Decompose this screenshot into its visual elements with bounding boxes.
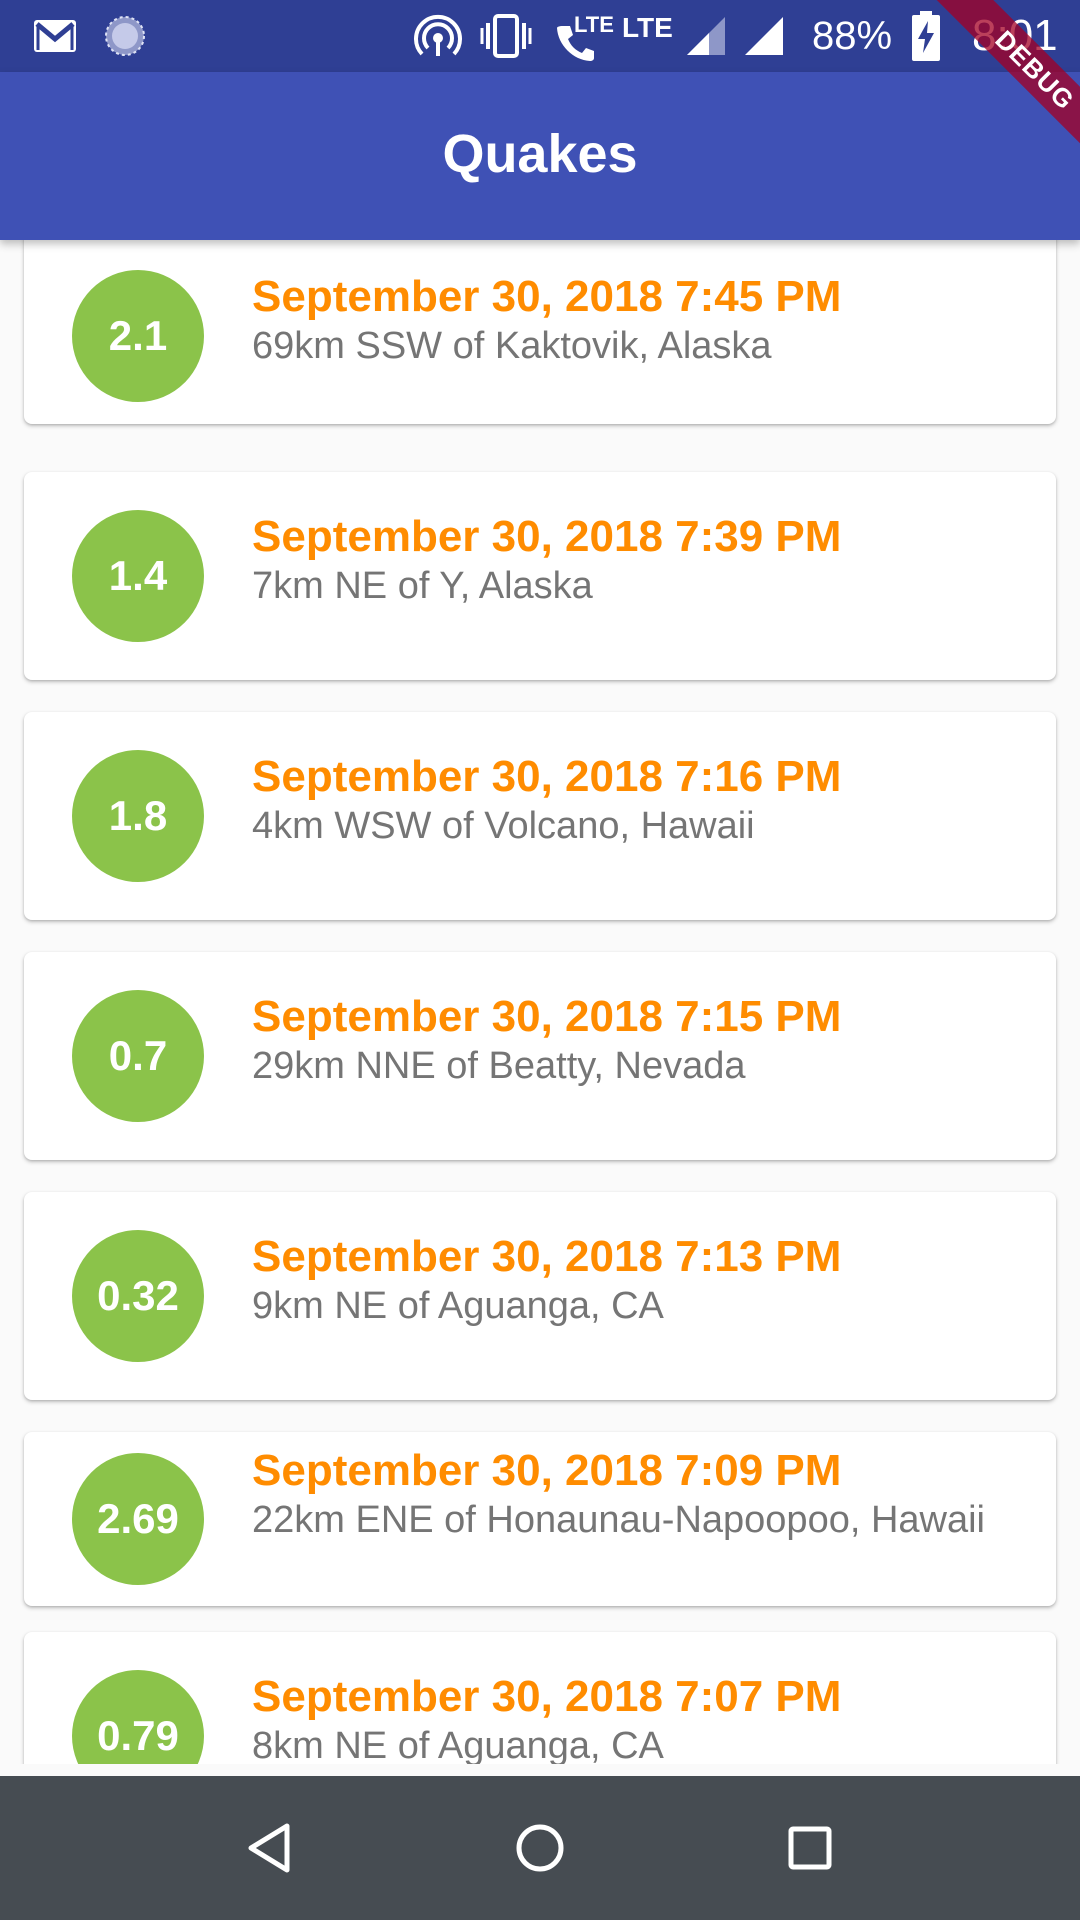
quake-place: 7km NE of Y, Alaska: [252, 565, 593, 607]
quake-list[interactable]: 2.1 September 30, 2018 7:45 PM 69km SSW …: [0, 240, 1080, 1764]
network-type-label: LTE: [622, 12, 673, 43]
quake-details: September 30, 2018 7:39 PM 7km NE of Y, …: [252, 512, 1032, 610]
battery-percent: 88%: [812, 14, 893, 58]
quake-details: September 30, 2018 7:13 PM 9km NE of Agu…: [252, 1232, 1032, 1330]
magnitude-badge: 1.4: [72, 510, 204, 642]
quake-details: September 30, 2018 7:45 PM 69km SSW of K…: [252, 272, 1032, 370]
quake-date: September 30, 2018 7:07 PM: [252, 1672, 842, 1721]
quake-place: 4km WSW of Volcano, Hawaii: [252, 805, 755, 847]
recents-icon: [788, 1826, 832, 1870]
signal-icon: [744, 0, 784, 72]
vibrate-icon: [478, 0, 534, 72]
recents-button[interactable]: [738, 1776, 882, 1920]
volte-call-icon: LTE: [540, 0, 614, 72]
quake-date: September 30, 2018 7:13 PM: [252, 1232, 842, 1281]
quake-place: 8km NE of Aguanga, CA: [252, 1725, 664, 1764]
magnitude-badge: 1.8: [72, 750, 204, 882]
quake-details: September 30, 2018 7:15 PM 29km NNE of B…: [252, 992, 1032, 1090]
status-bar: LTE LTE 88% 8:01: [0, 0, 1080, 72]
quake-place: 69km SSW of Kaktovik, Alaska: [252, 325, 772, 367]
home-button[interactable]: [468, 1776, 612, 1920]
quake-date: September 30, 2018 7:39 PM: [252, 512, 842, 561]
quake-date: September 30, 2018 7:09 PM: [252, 1446, 842, 1495]
quake-date: September 30, 2018 7:16 PM: [252, 752, 842, 801]
magnitude-badge: 0.32: [72, 1230, 204, 1362]
magnitude-badge: 2.69: [72, 1453, 204, 1585]
clock: 8:01: [972, 11, 1058, 60]
quake-card[interactable]: 2.69 September 30, 2018 7:09 PM 22km ENE…: [24, 1432, 1056, 1606]
quake-details: September 30, 2018 7:09 PM 22km ENE of H…: [252, 1446, 1032, 1544]
battery-charging-icon: [908, 0, 944, 72]
quake-card[interactable]: 1.4 September 30, 2018 7:39 PM 7km NE of…: [24, 472, 1056, 680]
page-title: Quakes: [442, 124, 638, 184]
magnitude-badge: 0.7: [72, 990, 204, 1122]
quake-card[interactable]: 2.1 September 30, 2018 7:45 PM 69km SSW …: [24, 240, 1056, 424]
quake-details: September 30, 2018 7:07 PM 8km NE of Agu…: [252, 1672, 1032, 1764]
quake-place: 9km NE of Aguanga, CA: [252, 1285, 664, 1327]
quake-date: September 30, 2018 7:15 PM: [252, 992, 842, 1041]
magnitude-badge: 2.1: [72, 270, 204, 402]
system-nav-bar: [0, 1776, 1080, 1920]
gmail-icon: [30, 0, 80, 72]
back-icon: [248, 1823, 290, 1873]
signal-icon: [686, 0, 726, 72]
quake-card[interactable]: 0.7 September 30, 2018 7:15 PM 29km NNE …: [24, 952, 1056, 1160]
sync-icon: [100, 0, 150, 72]
quake-card[interactable]: 0.79 September 30, 2018 7:07 PM 8km NE o…: [24, 1632, 1056, 1764]
home-icon: [516, 1824, 564, 1872]
quake-details: September 30, 2018 7:16 PM 4km WSW of Vo…: [252, 752, 1032, 850]
hotspot-icon: [410, 0, 466, 72]
quake-card[interactable]: 1.8 September 30, 2018 7:16 PM 4km WSW o…: [24, 712, 1056, 920]
app-bar: Quakes: [0, 72, 1080, 240]
quake-place: 22km ENE of Honaunau-Napoopoo, Hawaii: [252, 1499, 985, 1541]
back-button[interactable]: [198, 1776, 342, 1920]
magnitude-badge: 0.79: [72, 1670, 204, 1764]
volte-lte-label: LTE: [574, 12, 614, 37]
quake-place: 29km NNE of Beatty, Nevada: [252, 1045, 746, 1087]
quake-date: September 30, 2018 7:45 PM: [252, 272, 842, 321]
quake-card[interactable]: 0.32 September 30, 2018 7:13 PM 9km NE o…: [24, 1192, 1056, 1400]
